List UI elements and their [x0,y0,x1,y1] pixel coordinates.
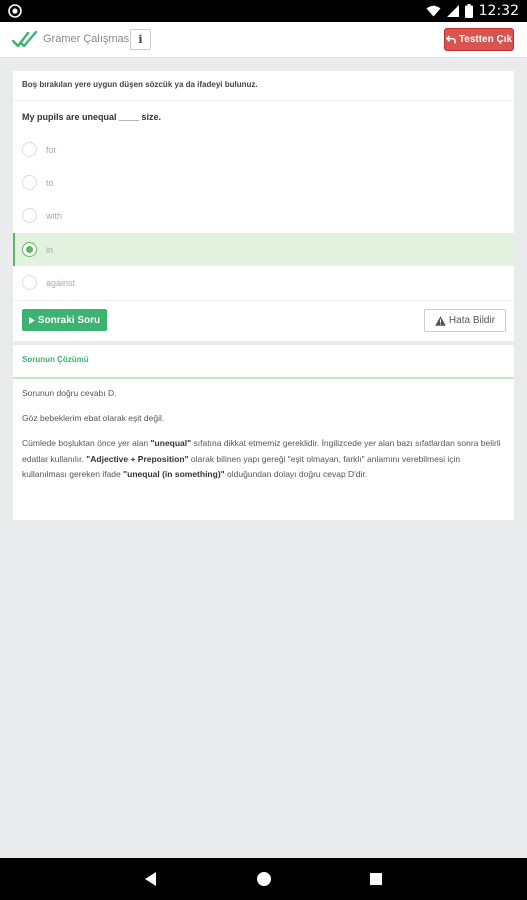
answer-option-in[interactable]: in [13,233,514,266]
question-instruction: Boş bırakılan yere uygun düşen sözcük ya… [22,80,258,89]
solution-panel: Sorunun Çözümü Sorunun doğru cevabı D. G… [13,345,514,520]
report-error-button[interactable]: Hata Bildir [424,309,506,332]
app-notification-icon [8,4,22,18]
radio-button[interactable] [22,142,37,157]
home-icon[interactable] [255,870,273,888]
recents-icon[interactable] [367,870,385,888]
app-header: Gramer Çalışması i Testten Çık [0,22,527,58]
warning-icon [435,315,446,326]
back-icon[interactable] [142,870,160,888]
divider [13,100,514,101]
explanation-bold: "Adjective + Preposition" [86,453,189,464]
status-bar: 12:32 [0,0,527,22]
radio-button[interactable] [22,175,37,190]
wifi-icon [426,5,441,17]
play-icon [28,316,35,324]
answer-option-with[interactable]: with [13,199,514,232]
next-question-button[interactable]: Sonraki Soru [22,309,107,331]
explanation-bold: "unequal" [150,438,192,448]
explanation-text: olduğundan dolayı doğru cevap D'dir. [224,469,368,479]
clock-time: 12:32 [478,3,519,19]
option-label: in [46,244,54,255]
solution-title: Sorunun Çözümü [22,355,89,364]
exit-test-label: Testten Çık [458,34,513,45]
option-label: to [46,177,54,188]
explanation-bold: "unequal (in something)" [123,469,225,479]
solution-explanation: Cümlede boşluktan önce yer alan "unequal… [22,436,506,483]
radio-button[interactable] [22,275,37,290]
divider [13,377,514,379]
divider [13,300,514,301]
answer-option-against[interactable]: against [13,266,514,299]
undo-arrow-icon [445,35,456,44]
radio-button[interactable] [22,208,37,223]
explanation-text: Cümlede boşluktan önce yer alan [22,438,151,448]
option-label: against [46,277,76,288]
double-check-icon [12,30,38,48]
question-text: My pupils are unequal ____ size. [22,112,162,122]
exit-test-button[interactable]: Testten Çık [444,28,514,51]
answer-option-to[interactable]: to [13,166,514,199]
option-label: for [46,144,57,155]
next-question-label: Sonraki Soru [37,314,101,326]
radio-button-selected[interactable] [22,242,37,257]
info-button[interactable]: i [130,29,151,50]
option-label: with [46,210,63,221]
question-panel: Boş bırakılan yere uygun düşen sözcük ya… [13,71,514,341]
solution-answer: Sorunun doğru cevabı D. [22,388,117,398]
report-error-label: Hata Bildir [448,315,496,326]
solution-translation: Göz bebeklerim ebat olarak eşit değil. [22,413,165,423]
cell-signal-icon [446,5,459,17]
answer-option-for[interactable]: for [13,133,514,166]
app-title: Gramer Çalışması [43,33,133,45]
info-icon: i [138,33,143,46]
navigation-bar [0,858,527,900]
battery-icon [464,4,473,18]
